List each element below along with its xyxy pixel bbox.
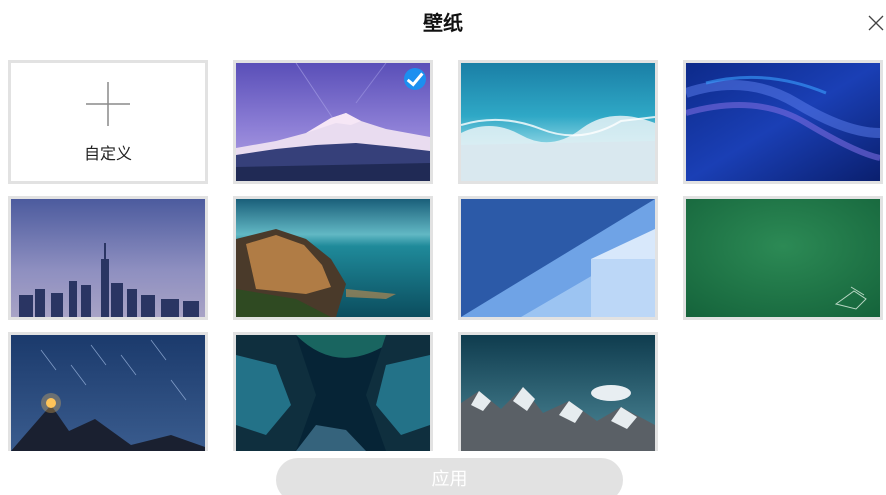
wallpaper-thumbnail-star-trails[interactable]: [8, 332, 208, 451]
wallpaper-thumbnail-ocean-waves[interactable]: [458, 60, 658, 184]
wallpaper-thumbnail-blue-geometric[interactable]: [458, 196, 658, 320]
selected-checkmark: [404, 68, 426, 90]
apply-button[interactable]: 应用: [276, 458, 623, 495]
rocky-peaks-image: [461, 335, 655, 451]
green-chalkboard-image: [686, 199, 880, 317]
check-icon: [406, 72, 424, 87]
city-skyline-image: [11, 199, 205, 317]
wallpaper-thumbnail-coastal-village[interactable]: [233, 196, 433, 320]
plus-icon: [86, 82, 130, 126]
coastal-village-image: [236, 199, 430, 317]
wallpaper-thumbnail-city-skyline[interactable]: [8, 196, 208, 320]
wallpaper-thumbnail-green-chalkboard[interactable]: [683, 196, 883, 320]
custom-wallpaper-tile[interactable]: 自定义: [8, 60, 208, 184]
snowy-mountain-image: [236, 63, 430, 181]
custom-wallpaper-label: 自定义: [83, 144, 132, 163]
wallpaper-dialog: 壁纸 自定义 应用: [0, 0, 886, 495]
wallpaper-thumbnail-snowy-mountain[interactable]: [233, 60, 433, 184]
wallpaper-thumbnail-aurora-canyon[interactable]: [233, 332, 433, 451]
blue-geometric-image: [461, 199, 655, 317]
wallpaper-grid: 自定义: [0, 0, 886, 495]
wallpaper-thumbnail-blue-abstract[interactable]: [683, 60, 883, 184]
blue-abstract-image: [686, 63, 880, 181]
wallpaper-thumbnail-rocky-peaks[interactable]: [458, 332, 658, 451]
ocean-waves-image: [461, 63, 655, 181]
star-trails-image: [11, 335, 205, 451]
aurora-canyon-image: [236, 335, 430, 451]
